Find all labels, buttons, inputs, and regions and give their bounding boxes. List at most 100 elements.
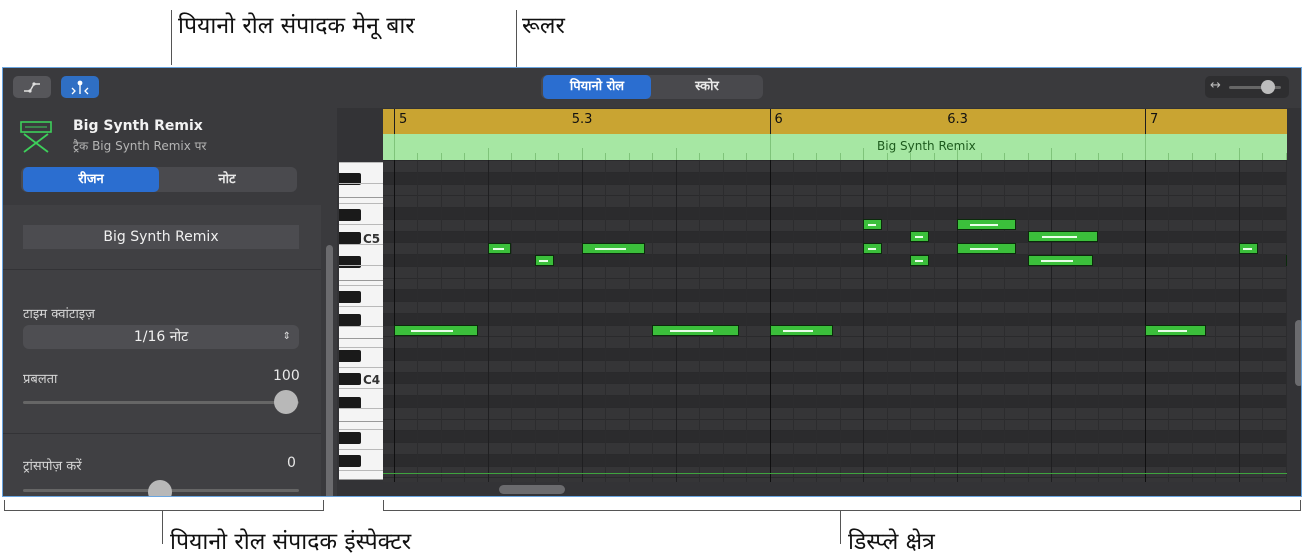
transpose-label: ट्रांसपोज़ करें [23,459,82,474]
region-tick [1121,153,1123,160]
midi-note[interactable] [957,219,1016,231]
midi-note[interactable] [394,325,479,336]
region-tick [605,153,607,160]
region-tick [839,153,841,160]
region-name-field[interactable]: Big Synth Remix [23,225,299,249]
note-velocity-bar [969,247,998,250]
midi-note[interactable] [581,242,646,254]
midi-note[interactable] [534,254,554,266]
midi-note[interactable] [863,219,883,231]
region-tick [440,153,442,160]
black-key[interactable] [339,314,361,327]
region-tick [1285,153,1287,160]
piano-roll-window: पियानो रोल स्कोर ↔ Big Synth Remix ट्रैक… [2,67,1302,497]
pin-arrows-icon [71,80,89,95]
note-velocity-bar [914,236,924,238]
region-tick [957,148,959,160]
midi-note[interactable] [1145,325,1207,336]
grid-line [1238,160,1240,482]
inspector-scrollbar[interactable] [326,245,333,496]
ruler-tick [769,109,771,134]
time-quantize-value: 1/16 नोट [133,329,189,345]
black-key[interactable] [339,255,361,268]
grid-line [1145,160,1146,482]
velocity-label: प्रबलता [23,372,58,387]
region-tick [933,153,935,160]
region-header[interactable]: Big Synth Remix [383,134,1287,160]
piano-roll-menu-bar: पियानो रोल स्कोर ↔ [3,68,1301,108]
midi-note[interactable] [957,242,1016,254]
grid-line [581,160,583,482]
callout-display: डिस्प्ले क्षेत्र [848,529,935,555]
midi-note[interactable] [1027,231,1099,242]
ruler-label: 5 [399,112,408,127]
note-velocity-bar [493,247,504,250]
white-key-divider [339,469,383,471]
grid-line [394,160,395,482]
midi-note[interactable] [1238,242,1258,254]
vertical-scrollbar[interactable] [1295,320,1301,386]
catch-playhead-button[interactable] [61,76,99,98]
black-key[interactable] [339,349,361,362]
time-quantize-select[interactable]: 1/16 नोट ⇕ [23,325,299,349]
black-key[interactable] [339,208,361,221]
midi-note[interactable] [1027,254,1094,266]
midi-note[interactable] [863,242,883,254]
white-key-divider [339,326,383,327]
piano-keyboard[interactable]: C5 C4 [339,162,383,480]
region-tab[interactable]: रीजन [23,167,159,192]
grid-line [1215,160,1217,482]
horizontal-scrollbar[interactable] [499,485,565,494]
automation-button[interactable] [13,76,51,98]
black-key[interactable] [339,455,361,468]
midi-note[interactable] [910,231,930,242]
midi-note[interactable] [652,325,739,336]
grid-line [863,160,865,482]
black-key[interactable] [339,290,361,303]
zoom-slider-knob[interactable] [1261,80,1276,94]
velocity-slider-knob[interactable] [274,390,298,414]
note-velocity-bar [867,247,877,250]
velocity-slider-track[interactable] [23,401,299,404]
region-tick [1051,148,1053,160]
black-key[interactable] [339,373,361,385]
piano-roll-tab[interactable]: पियानो रोल [543,75,651,99]
white-key-divider [339,408,383,409]
grid-line [1051,160,1053,482]
bracket-line [383,500,384,511]
region-name-label: Big Synth Remix [877,139,976,153]
region-tick [558,153,560,160]
note-velocity-bar [969,224,998,227]
region-tick [816,153,818,160]
grid-line [1168,160,1170,482]
white-key-divider [339,182,383,184]
midi-note[interactable] [769,325,833,336]
grid-line [957,160,959,482]
midi-note[interactable] [1285,254,1287,266]
grid-line [628,160,630,482]
black-key[interactable] [339,431,361,444]
white-key-divider [339,367,383,368]
note-tab[interactable]: नोट [159,167,295,192]
region-tick [464,153,466,160]
region-tick [1098,153,1100,160]
region-tick [1262,153,1264,160]
black-key[interactable] [339,396,361,409]
grid-line [699,160,701,482]
black-key[interactable] [339,232,361,244]
midi-note[interactable] [487,242,512,254]
transpose-slider-knob[interactable] [148,480,172,496]
white-key-divider [339,420,383,422]
ruler[interactable]: 5 5.3 6 6.3 7 [383,109,1287,134]
white-key-divider [339,264,383,266]
piano-roll-inspector: Big Synth Remix ट्रैक Big Synth Remix पर… [3,108,337,496]
note-display-area[interactable] [383,160,1287,482]
callout-inspector: पियानो रोल संपादक इंस्पेक्टर [170,529,412,555]
region-tick [1215,153,1217,160]
white-key-divider [339,244,383,245]
velocity-value: 100 [273,368,300,384]
region-tick [1004,153,1006,160]
midi-note[interactable] [910,254,930,266]
pitch-lane [383,477,1287,482]
score-tab[interactable]: स्कोर [653,75,761,99]
